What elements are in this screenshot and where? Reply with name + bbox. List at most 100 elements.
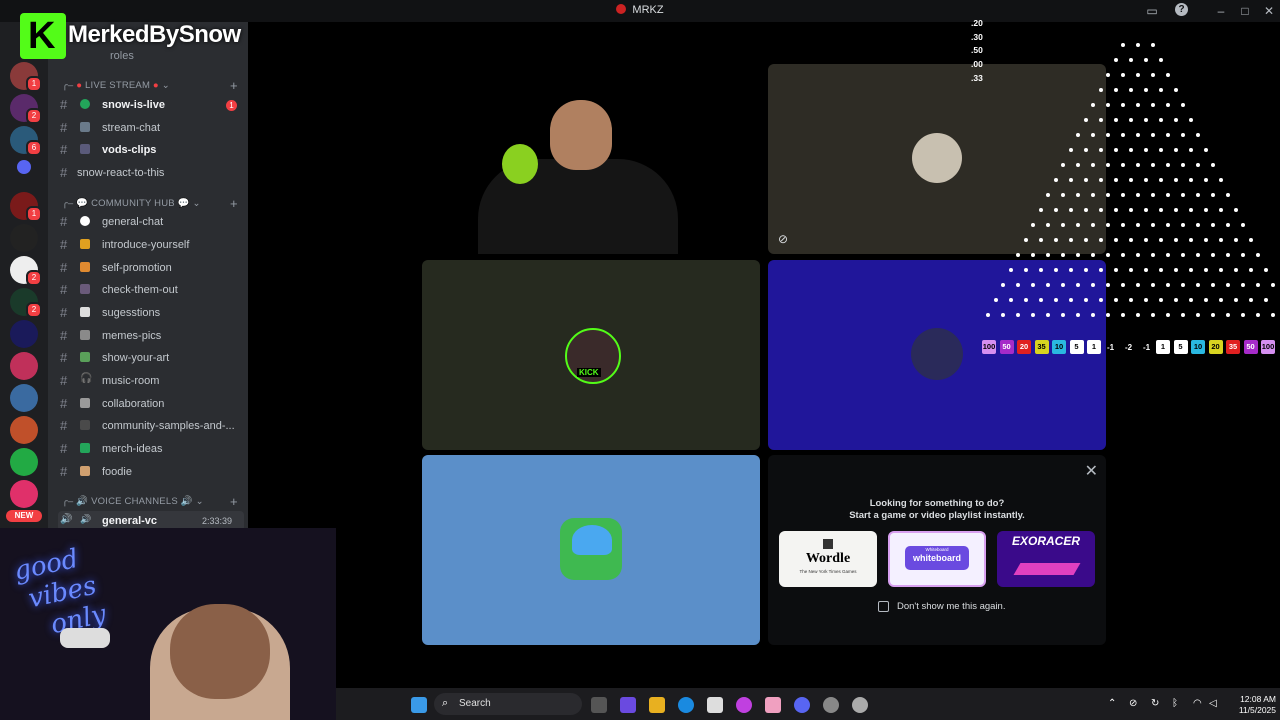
- windows-start-icon[interactable]: [411, 697, 427, 713]
- plinko-peg: [1136, 43, 1140, 47]
- volume-icon[interactable]: ◁: [1209, 698, 1217, 709]
- minimize-icon[interactable]: –: [1213, 3, 1229, 19]
- whiteboard-card[interactable]: Whiteboard whiteboard: [888, 531, 986, 587]
- participant-tile[interactable]: [768, 260, 1106, 450]
- chevron-down-icon: ⌄: [161, 80, 170, 91]
- plinko-peg: [1121, 253, 1125, 257]
- channel-item[interactable]: # stream-chat: [58, 118, 244, 138]
- channel-item[interactable]: # vods-clips: [58, 140, 244, 160]
- channel-item[interactable]: # foodie: [58, 462, 244, 482]
- teams-icon[interactable]: [620, 697, 636, 713]
- new-badge[interactable]: NEW: [6, 510, 42, 522]
- server-icon[interactable]: [10, 416, 38, 444]
- plinko-peg: [1143, 88, 1148, 92]
- task-view-icon[interactable]: [591, 697, 607, 713]
- obs-icon[interactable]: [823, 697, 839, 713]
- copilot-icon[interactable]: [736, 697, 752, 713]
- plinko-peg: [1166, 103, 1170, 107]
- help-icon[interactable]: ?: [1175, 3, 1188, 16]
- plinko-peg: [1181, 133, 1185, 137]
- clock-date[interactable]: 11/5/2025: [1222, 705, 1276, 715]
- plinko-peg: [1211, 253, 1215, 257]
- settings-icon[interactable]: [852, 697, 868, 713]
- server-icon[interactable]: 2: [10, 288, 42, 318]
- payout-chip: 10: [1052, 340, 1066, 354]
- store-icon[interactable]: [707, 697, 723, 713]
- server-icon[interactable]: [10, 480, 38, 508]
- voice-channel-item[interactable]: 🔊 🔊 general-vc 2:33:39: [58, 511, 244, 528]
- wifi-icon[interactable]: ◠: [1193, 698, 1202, 709]
- category-header[interactable]: ╭– 🔊 VOICE CHANNELS 🔊 ⌄ +: [62, 494, 238, 510]
- channel-item[interactable]: # show-your-art: [58, 348, 244, 368]
- wordle-card[interactable]: Wordle The New York Times Games: [779, 531, 877, 587]
- discord-icon[interactable]: [794, 697, 810, 713]
- channel-item[interactable]: # sugesstions: [58, 303, 244, 323]
- exoracer-card[interactable]: EXORACER: [997, 531, 1095, 587]
- channel-item[interactable]: # snow-is-live 1: [58, 95, 244, 115]
- plinko-peg: [1076, 223, 1080, 227]
- channel-item[interactable]: # check-them-out: [58, 280, 244, 300]
- channel-item[interactable]: # general-chat: [58, 212, 244, 232]
- server-icon[interactable]: 2: [10, 94, 42, 124]
- hash-icon: #: [60, 328, 68, 343]
- server-icon[interactable]: 6: [10, 126, 42, 156]
- person-face: [550, 100, 612, 170]
- plinko-peg: [1158, 298, 1163, 302]
- main-video-tile[interactable]: [422, 64, 760, 254]
- app-icon[interactable]: [765, 697, 781, 713]
- bluetooth-icon[interactable]: ᛒ: [1172, 698, 1178, 709]
- add-channel-icon[interactable]: +: [230, 196, 238, 211]
- folder-icon[interactable]: [17, 160, 31, 174]
- plinko-peg: [1136, 223, 1140, 227]
- plinko-peg: [1091, 193, 1095, 197]
- dont-show-checkbox[interactable]: [878, 601, 889, 612]
- plinko-peg: [1106, 193, 1110, 197]
- add-channel-icon[interactable]: +: [230, 494, 238, 509]
- taskbar-search[interactable]: ⌕ Search: [434, 693, 582, 715]
- add-channel-icon[interactable]: +: [230, 78, 238, 93]
- edge-icon[interactable]: [678, 697, 694, 713]
- plinko-peg: [1233, 268, 1238, 272]
- participant-tile[interactable]: KICK: [422, 260, 760, 450]
- category-header[interactable]: ╭– ● LIVE STREAM ● ⌄ +: [62, 78, 238, 94]
- channel-item[interactable]: # memes-pics: [58, 326, 244, 346]
- plinko-peg: [1008, 268, 1013, 272]
- server-icon[interactable]: [10, 224, 38, 252]
- plinko-peg: [1061, 313, 1065, 317]
- server-icon[interactable]: [10, 320, 38, 348]
- network-off-icon[interactable]: ⊘: [1129, 698, 1137, 709]
- handshake-emoji-icon: [80, 398, 90, 408]
- maximize-icon[interactable]: □: [1237, 3, 1253, 19]
- sync-icon[interactable]: ↻: [1151, 698, 1159, 709]
- channel-item[interactable]: # introduce-yourself: [58, 235, 244, 255]
- close-icon[interactable]: ✕: [1085, 461, 1098, 481]
- server-icon[interactable]: [10, 448, 38, 476]
- plinko-peg: [1128, 238, 1133, 242]
- channel-item[interactable]: roles: [58, 48, 244, 68]
- category-header[interactable]: ╭– 💬 COMMUNITY HUB 💬 ⌄ +: [62, 196, 238, 212]
- close-window-icon[interactable]: ✕: [1261, 3, 1277, 19]
- server-icon[interactable]: 1: [10, 62, 42, 92]
- channel-item[interactable]: # merch-ideas: [58, 439, 244, 459]
- participant-tile[interactable]: ⊘: [768, 64, 1106, 254]
- plinko-peg: [1166, 163, 1170, 167]
- server-icon[interactable]: 2: [10, 256, 42, 286]
- server-icon[interactable]: [10, 384, 38, 412]
- plinko-peg: [1203, 148, 1208, 152]
- server-icon[interactable]: 1: [10, 192, 42, 222]
- odds-value: .50: [971, 45, 983, 55]
- participant-tile[interactable]: [422, 455, 760, 645]
- channel-item[interactable]: # snow-react-to-this: [58, 163, 244, 183]
- plinko-peg: [1091, 103, 1095, 107]
- file-explorer-icon[interactable]: [649, 697, 665, 713]
- channel-item[interactable]: # 🎧 music-room: [58, 371, 244, 391]
- server-icon[interactable]: [10, 352, 38, 380]
- plinko-peg: [1271, 283, 1275, 287]
- channel-item[interactable]: # self-promotion: [58, 258, 244, 278]
- speaker-icon: 🔊: [180, 496, 193, 507]
- channel-item[interactable]: # collaboration: [58, 394, 244, 414]
- chevron-up-icon[interactable]: ⌃: [1108, 698, 1116, 709]
- inbox-icon[interactable]: ▭: [1144, 3, 1160, 19]
- channel-item[interactable]: # community-samples-and-...: [58, 416, 244, 436]
- clock-time[interactable]: 12:08 AM: [1222, 694, 1276, 704]
